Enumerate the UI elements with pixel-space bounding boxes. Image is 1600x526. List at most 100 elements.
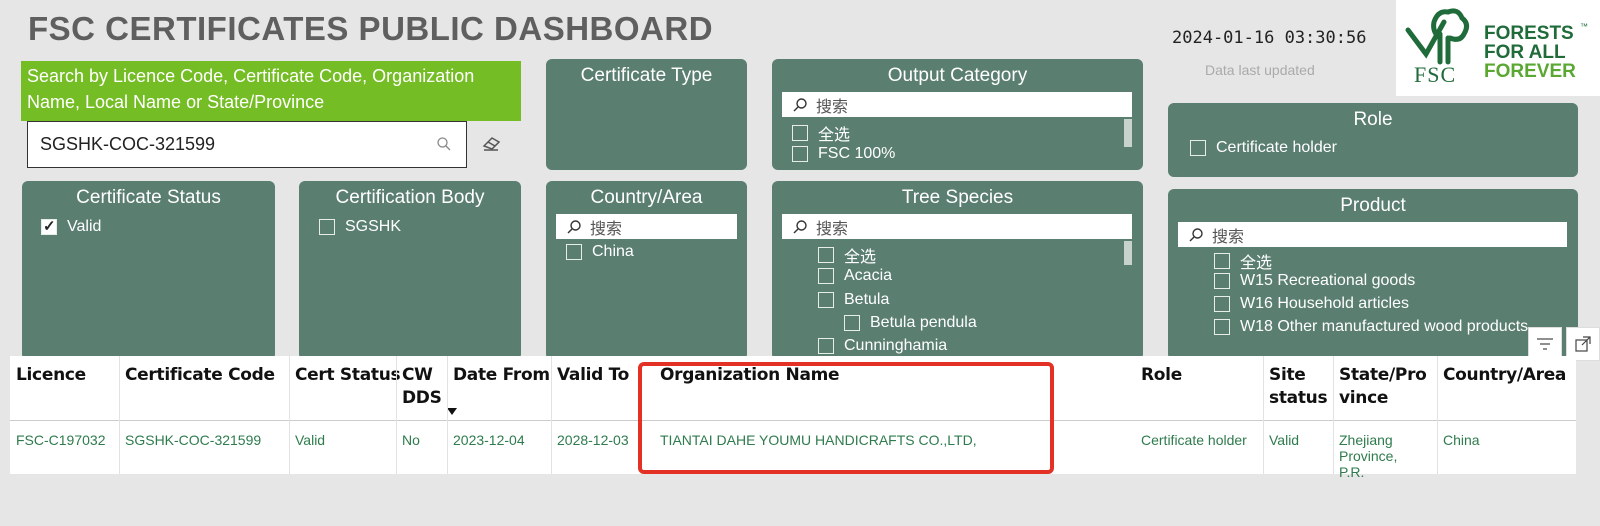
header-line: DDS (402, 388, 442, 408)
filter-option[interactable]: SGSHK (319, 218, 401, 236)
slogan-line: FOR ALL (1484, 42, 1566, 63)
checkbox[interactable] (1214, 273, 1230, 289)
checkbox[interactable] (1214, 296, 1230, 312)
option-label: 全选 (1240, 255, 1273, 272)
logo-slogan: FORESTS FOR ALL FOREVER (1484, 24, 1576, 81)
filter-title: Certificate Status (76, 187, 221, 208)
checkbox[interactable] (844, 315, 860, 331)
checkbox[interactable] (566, 244, 582, 260)
search-icon (567, 219, 581, 233)
filter-lines-icon (1537, 338, 1553, 350)
product-search[interactable]: 搜索 (1178, 222, 1567, 247)
expand-icon (1575, 336, 1591, 352)
col-header-licence[interactable]: Licence (16, 364, 86, 387)
search-placeholder: 搜索 (1212, 228, 1245, 246)
option-label: Acacia (844, 267, 893, 284)
filter-option[interactable]: W15 Recreational goods (1214, 272, 1415, 290)
option-label: FSC 100% (818, 145, 896, 162)
fsc-logo: FSC FORESTS FOR ALL FOREVER ™ (1396, 0, 1600, 96)
filter-title: Certificate Type (580, 65, 713, 86)
option-label: 全选 (818, 127, 851, 144)
option-label: SGSHK (345, 218, 402, 235)
filter-title: Tree Species (901, 187, 1014, 208)
scrollbar[interactable] (1124, 241, 1132, 265)
checkbox[interactable] (818, 292, 834, 308)
filter-option[interactable]: Certificate holder (1190, 139, 1337, 157)
search-placeholder: 搜索 (590, 220, 623, 238)
header-line: status (1269, 388, 1328, 408)
header-line: vince (1339, 388, 1389, 408)
col-header-state-province[interactable]: State/Pro vince (1339, 364, 1427, 410)
tree-species-search[interactable]: 搜索 (782, 214, 1132, 239)
col-header-role[interactable]: Role (1141, 364, 1182, 387)
scrollbar[interactable] (1124, 119, 1132, 147)
filter-option[interactable]: 全选 (818, 243, 876, 267)
option-label: Valid (67, 218, 102, 235)
filter-option[interactable]: Betula (818, 291, 889, 309)
certification-body-filter[interactable]: Certification Body SGSHK (299, 181, 521, 360)
checkbox[interactable] (1190, 140, 1206, 156)
search-icon (793, 219, 807, 233)
checkbox[interactable] (792, 146, 808, 162)
col-header-date-from[interactable]: Date From (453, 364, 550, 387)
filter-option[interactable]: China (566, 243, 634, 261)
search-placeholder: 搜索 (816, 98, 849, 116)
col-header-cw-dds[interactable]: CW DDS (402, 364, 442, 410)
checkbox[interactable] (792, 125, 808, 141)
col-header-cert-status[interactable]: Cert Status (295, 364, 401, 387)
option-label: Betula pendula (870, 314, 977, 331)
product-filter[interactable]: Product 搜索 全选 W15 Recreational goods W16… (1168, 189, 1578, 360)
cell-line: Zhejiang (1339, 432, 1393, 448)
role-filter[interactable]: Role Certificate holder (1168, 103, 1578, 177)
search-icon (1189, 227, 1203, 241)
cell-cert-status: Valid (295, 432, 326, 448)
option-label: Betula (844, 291, 890, 308)
filter-option[interactable]: FSC 100% (792, 145, 895, 163)
cell-valid-to: 2028-12-03 (557, 432, 629, 448)
col-header-site-status[interactable]: Site status (1269, 364, 1328, 410)
checkbox[interactable] (319, 219, 335, 235)
header-line: State/Pro (1339, 365, 1427, 385)
search-icon (793, 97, 807, 111)
option-label: W16 Household articles (1240, 295, 1409, 312)
checkbox[interactable] (1214, 319, 1230, 335)
filter-option[interactable]: Cunninghamia (818, 337, 947, 355)
col-header-certificate-code[interactable]: Certificate Code (125, 364, 275, 387)
option-label: W15 Recreational goods (1240, 272, 1416, 289)
certificate-status-filter[interactable]: Certificate Status Valid (22, 181, 275, 360)
filter-option[interactable]: 全选 (792, 121, 850, 145)
output-category-filter[interactable]: Output Category 搜索 全选 FSC 100% (772, 59, 1143, 170)
country-area-search[interactable]: 搜索 (556, 214, 737, 239)
col-header-country-area[interactable]: Country/Area (1443, 364, 1566, 387)
filter-title: Output Category (887, 65, 1028, 86)
cell-role: Certificate holder (1141, 432, 1247, 448)
search-box[interactable] (27, 121, 467, 168)
filter-option[interactable]: W16 Household articles (1214, 295, 1409, 313)
certificate-type-filter[interactable]: Certificate Type (546, 59, 747, 170)
cell-line: P.R. (1339, 464, 1365, 480)
filter-option[interactable]: Valid (41, 217, 102, 236)
output-category-search[interactable]: 搜索 (782, 92, 1132, 117)
checkbox[interactable] (818, 268, 834, 284)
checkbox[interactable] (818, 338, 834, 354)
cell-certificate-code: SGSHK-COC-321599 (125, 432, 262, 448)
checkbox-checked[interactable] (41, 217, 57, 235)
checkbox[interactable] (1214, 253, 1230, 269)
cell-cw-dds: No (402, 432, 420, 448)
search-icon[interactable] (436, 136, 452, 152)
filter-option[interactable]: 全选 (1214, 249, 1272, 273)
filter-option[interactable]: Betula pendula (844, 314, 977, 332)
col-header-valid-to[interactable]: Valid To (557, 364, 629, 387)
header-line: Site (1269, 365, 1306, 385)
search-input[interactable] (40, 134, 420, 155)
filter-option[interactable]: Acacia (818, 267, 892, 285)
tree-species-filter[interactable]: Tree Species 搜索 全选 Acacia Betula Betula … (772, 181, 1143, 360)
eraser-icon[interactable] (482, 134, 502, 152)
cell-state-province: Zhejiang Province, P.R. (1339, 432, 1397, 480)
filter-option[interactable]: W18 Other manufactured wood products (1214, 318, 1528, 336)
country-area-filter[interactable]: Country/Area 搜索 China (546, 181, 747, 360)
sort-desc-icon[interactable] (447, 408, 457, 415)
cell-line: Province, (1339, 448, 1398, 464)
checkbox[interactable] (818, 247, 834, 263)
page-title: FSC CERTIFICATES PUBLIC DASHBOARD (28, 10, 714, 47)
